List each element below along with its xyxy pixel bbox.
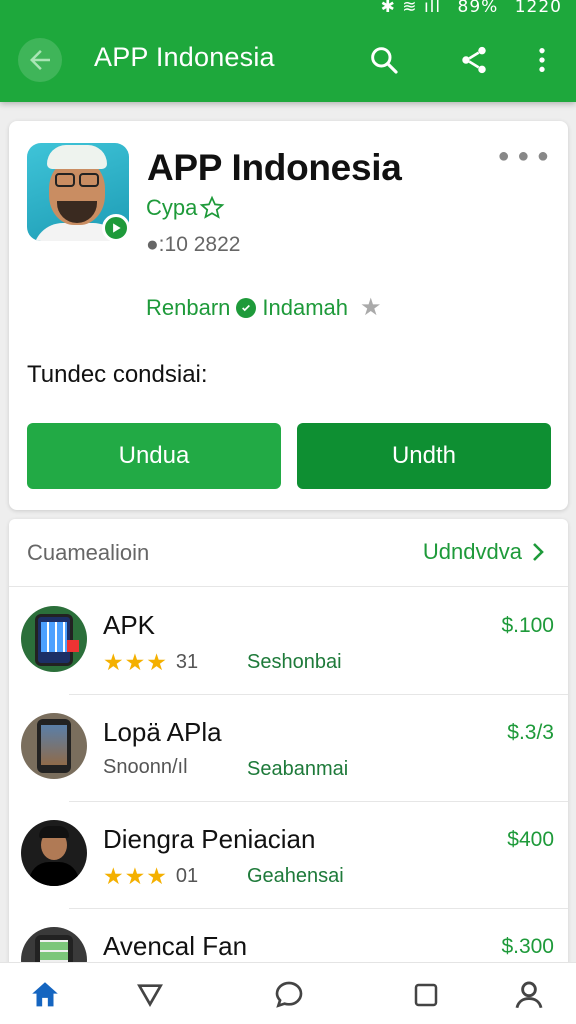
square-icon — [414, 983, 438, 1007]
list-item-tag: Seshonbai — [247, 651, 342, 673]
app-bar: ✱ ≋ ıll 89% 1220 APP Indonesia — [0, 0, 576, 102]
rating-stars-icon: ★★★ — [103, 649, 168, 675]
nav-recent[interactable] — [408, 977, 444, 1013]
verified-dot-icon — [236, 297, 257, 318]
primary-action-button[interactable]: Undua — [27, 423, 281, 489]
nav-chat[interactable] — [271, 977, 307, 1013]
list-item[interactable]: APK ★★★ 31 Seshonbai $.100 — [9, 588, 568, 695]
chevron-right-icon — [533, 543, 544, 561]
home-icon — [32, 982, 58, 1007]
back-arrow-icon — [30, 50, 50, 70]
list-item[interactable]: Diengra Peniacian ★★★ 01 Geahensai $400 — [9, 802, 568, 909]
nav-home[interactable] — [27, 977, 63, 1013]
list-item-tag: Seabanmai — [247, 758, 349, 780]
search-icon — [371, 47, 398, 74]
developer-right[interactable]: Indamah — [262, 295, 348, 321]
list-header: Cuamealioin Udndvdva — [9, 519, 568, 587]
app-category-label: Cypa — [146, 195, 198, 220]
star-icon[interactable]: ★ — [360, 293, 382, 322]
nav-profile[interactable] — [511, 977, 547, 1013]
list-item-thumbnail — [21, 606, 87, 672]
bottom-navigation — [0, 962, 576, 1024]
condition-label: Tundec condsiai: — [27, 361, 208, 388]
list-item-rating: ★★★ 01 — [103, 863, 198, 890]
list-item[interactable]: Avencal Fan $.300 — [9, 909, 568, 969]
search-button[interactable] — [364, 40, 404, 80]
triangle-down-icon — [137, 984, 163, 1008]
developer-row: Renbarn Indamah ★ — [146, 293, 382, 322]
list-item-meta: Snoonn/ıl — [103, 756, 188, 778]
rating-count: 31 — [175, 651, 199, 673]
list-item-title: Avencal Fan — [103, 931, 248, 961]
avatar-glasses-right — [79, 173, 99, 187]
status-bar: ✱ ≋ ıll 89% 1220 — [371, 0, 562, 18]
app-meta: ●:10 2822 — [146, 233, 240, 257]
more-options-button[interactable] — [522, 40, 562, 80]
list-item-title: APK — [103, 610, 156, 640]
list-item-subtitle: Snoonn/ıl — [103, 756, 188, 779]
nav-back[interactable] — [132, 977, 168, 1013]
list-title: Cuamealioin — [27, 540, 150, 565]
list-item-price: $.100 — [501, 614, 554, 637]
list-item-thumbnail — [21, 820, 87, 886]
list-item-title: Lopä APla — [103, 717, 222, 747]
app-info-card: APP Indonesia Cypa ●:10 2822 ● ● ● Renba… — [9, 121, 568, 510]
related-apps-list: Cuamealioin Udndvdva APK ★★★ 31 Seshonba… — [9, 519, 568, 969]
battery-level: 89% — [457, 0, 499, 17]
back-button[interactable] — [18, 38, 62, 82]
list-item-price: $.300 — [501, 935, 554, 958]
card-more-icon[interactable]: ● ● ● — [498, 146, 550, 166]
share-icon — [462, 46, 486, 74]
list-item-title: Diengra Peniacian — [103, 824, 316, 854]
person-icon — [515, 981, 543, 1009]
app-meta-value: ●:10 2822 — [146, 233, 241, 256]
developer-left[interactable]: Renbarn — [146, 295, 230, 321]
play-badge-icon — [102, 214, 130, 242]
see-more-label: Udndvdva — [422, 539, 522, 564]
app-category: Cypa — [146, 195, 225, 221]
star-outline-icon[interactable] — [199, 195, 225, 221]
list-item-thumbnail — [21, 713, 87, 779]
rating-stars-icon: ★★★ — [103, 863, 168, 889]
share-button[interactable] — [454, 40, 494, 80]
list-item[interactable]: Lopä APla Snoonn/ıl Seabanmai $.3/3 — [9, 695, 568, 802]
see-more-link[interactable]: Udndvdva — [423, 539, 546, 565]
more-vert-icon — [539, 48, 545, 72]
avatar-cap — [47, 145, 107, 169]
rating-count: 01 — [175, 865, 199, 887]
app-name: APP Indonesia — [147, 147, 402, 188]
status-icons: ✱ ≋ ıll — [380, 0, 442, 17]
secondary-action-button[interactable]: Undth — [297, 423, 551, 489]
list-item-rating: ★★★ 31 — [103, 649, 198, 676]
avatar-glasses-left — [55, 173, 75, 187]
list-item-tag: Geahensai — [247, 865, 344, 887]
list-item-price: $400 — [507, 828, 554, 851]
chat-icon — [275, 981, 303, 1008]
status-time: 1220 — [514, 0, 562, 17]
list-item-price: $.3/3 — [507, 721, 554, 744]
appbar-title: APP Indonesia — [94, 42, 275, 72]
